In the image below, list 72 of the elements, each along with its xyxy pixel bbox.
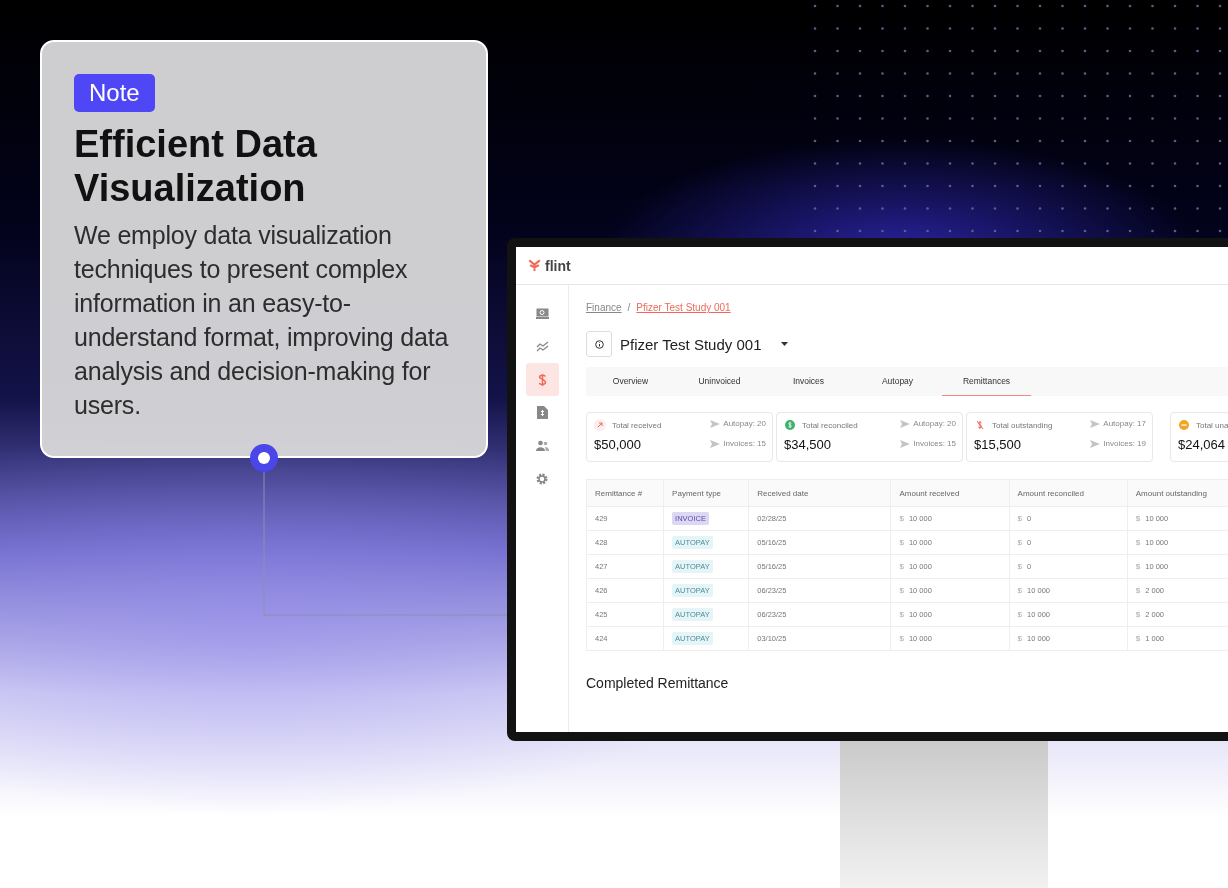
arrow-icon [594, 419, 606, 431]
minus-circle-icon [1178, 419, 1190, 431]
currency-symbol: $ [899, 586, 904, 595]
stat-label: Total outstanding [992, 420, 1053, 430]
sidebar-item[interactable] [525, 363, 559, 396]
stat-value: $34,500 [784, 437, 832, 452]
currency-symbol: $ [1017, 538, 1023, 547]
tab[interactable]: Uninvoiced [675, 367, 764, 396]
section-title: Completed Remittance [586, 675, 730, 691]
logo-icon [528, 259, 541, 272]
dollar-coin-icon [784, 419, 796, 431]
autopay-count: Autopay: 20 [723, 419, 766, 428]
currency-symbol: $ [1135, 562, 1141, 571]
stat-value: $50,000 [594, 437, 642, 452]
autopay-count: Autopay: 20 [913, 419, 956, 428]
currency-symbol: $ [1017, 514, 1023, 523]
send-icon [900, 439, 911, 448]
currency-symbol: $ [1017, 562, 1023, 571]
currency-symbol: $ [1135, 634, 1141, 643]
tab[interactable]: Invoices [764, 367, 853, 396]
stat-value: $24,064 [1178, 437, 1226, 452]
stat-label: Total received [612, 420, 662, 430]
column-header: Amount received [890, 479, 1010, 507]
column-header: Amount outstanding [1127, 479, 1228, 507]
app-logo: flint [545, 257, 571, 274]
invoice-count: Invoices: 19 [1103, 439, 1146, 448]
tab[interactable]: Overview [586, 367, 675, 396]
dollar-icon [537, 372, 547, 387]
currency-symbol: $ [1135, 538, 1141, 547]
autopay-count: Autopay: 17 [1103, 419, 1146, 428]
currency-symbol: $ [1017, 586, 1023, 595]
stat-label: Total reconciled [802, 420, 858, 430]
send-icon [710, 439, 721, 448]
column-header: Payment type [663, 479, 749, 507]
tab[interactable]: Autopay [853, 367, 942, 396]
currency-symbol: $ [899, 562, 904, 571]
search-icon [535, 308, 549, 319]
currency-symbol: $ [899, 538, 904, 547]
info-button[interactable] [586, 331, 612, 357]
send-icon [1090, 439, 1101, 448]
send-icon [1090, 419, 1101, 428]
note-title: Efficient Data Visualization [74, 122, 318, 210]
settings-icon [536, 472, 548, 485]
study-title: Pfizer Test Study 001 [620, 335, 762, 353]
currency-symbol: $ [1017, 634, 1023, 643]
column-header: Received date [748, 479, 891, 507]
chart-icon [535, 341, 549, 352]
currency-symbol: $ [1135, 610, 1141, 619]
currency-symbol: $ [1135, 586, 1141, 595]
column-header: Amount reconciled [1009, 479, 1128, 507]
send-icon [710, 419, 721, 428]
breadcrumb-link[interactable]: Finance [586, 302, 622, 313]
invoice-count: Invoices: 15 [723, 439, 766, 448]
note-badge: Note [74, 74, 155, 112]
crossed-dollar-icon [974, 419, 986, 431]
users-icon [535, 440, 549, 451]
tab[interactable]: Remittances [942, 367, 1031, 396]
stat-label: Total una [1196, 420, 1228, 430]
breadcrumb-separator: / [627, 302, 631, 313]
caret-icon[interactable] [781, 342, 789, 346]
currency-symbol: $ [899, 634, 904, 643]
document-icon [536, 406, 548, 419]
currency-symbol: $ [1017, 610, 1023, 619]
send-icon [900, 419, 911, 428]
column-header: Remittance # [586, 479, 664, 507]
currency-symbol: $ [899, 610, 904, 619]
invoice-count: Invoices: 15 [913, 439, 956, 448]
stat-value: $15,500 [974, 437, 1022, 452]
currency-symbol: $ [1135, 514, 1141, 523]
currency-symbol: $ [899, 514, 904, 523]
note-body: We employ data visualization techniques to present complex information in an easy-to-understand format, improving data analysis and decision-making for users. [74, 220, 450, 421]
info-icon [594, 339, 604, 349]
